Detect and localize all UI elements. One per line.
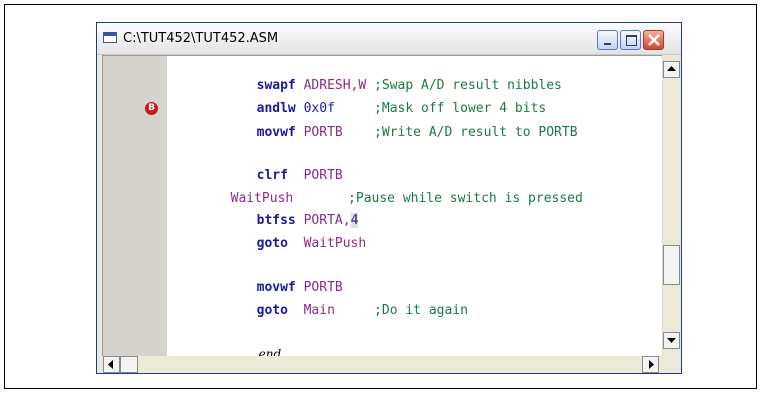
instruction: goto [256,303,288,318]
instruction: movwf [256,125,296,140]
window-title: C:\TUT452\TUT452.ASM [123,31,279,46]
vertical-scrollbar[interactable] [662,55,680,356]
arrow-down-icon [667,338,676,343]
minimize-button[interactable] [597,30,618,50]
comment: ;Write A/D result to PORTB [342,125,578,140]
scroll-right-button[interactable] [642,356,659,373]
operand: Main [287,303,335,318]
file-window-icon [103,32,117,43]
editor-window: C:\TUT452\TUT452.ASM B swapf ADRESH,W ;S… [96,22,682,374]
operand: WaitPush [287,236,367,251]
instruction: goto [256,236,288,251]
maximize-button[interactable] [620,30,641,50]
vertical-scroll-thumb[interactable] [663,245,680,285]
comment: ;Do it again [334,303,468,318]
title-bar[interactable]: C:\TUT452\TUT452.ASM [97,23,681,55]
scroll-left-button[interactable] [103,356,120,373]
scroll-down-button[interactable] [663,332,680,349]
horizontal-scrollbar[interactable] [102,356,662,373]
code-line: movwf PORTB ;Write A/D result to PORTB [194,110,578,155]
close-icon [648,34,660,46]
arrow-right-icon [649,360,654,369]
operand: PORTB [295,125,343,140]
horizontal-scroll-thumb[interactable] [120,356,138,373]
close-button[interactable] [643,30,664,50]
breakpoint-icon[interactable]: B [145,102,158,115]
code-editor[interactable]: B swapf ADRESH,W ;Swap A/D result nibble… [102,55,662,361]
code-line: goto WaitPush [194,221,367,266]
scroll-up-button[interactable] [663,61,680,78]
editor-gutter[interactable] [103,56,167,356]
code-line: goto Main ;Do it again [194,288,468,333]
arrow-up-icon [667,66,676,71]
arrow-left-icon [108,360,113,369]
